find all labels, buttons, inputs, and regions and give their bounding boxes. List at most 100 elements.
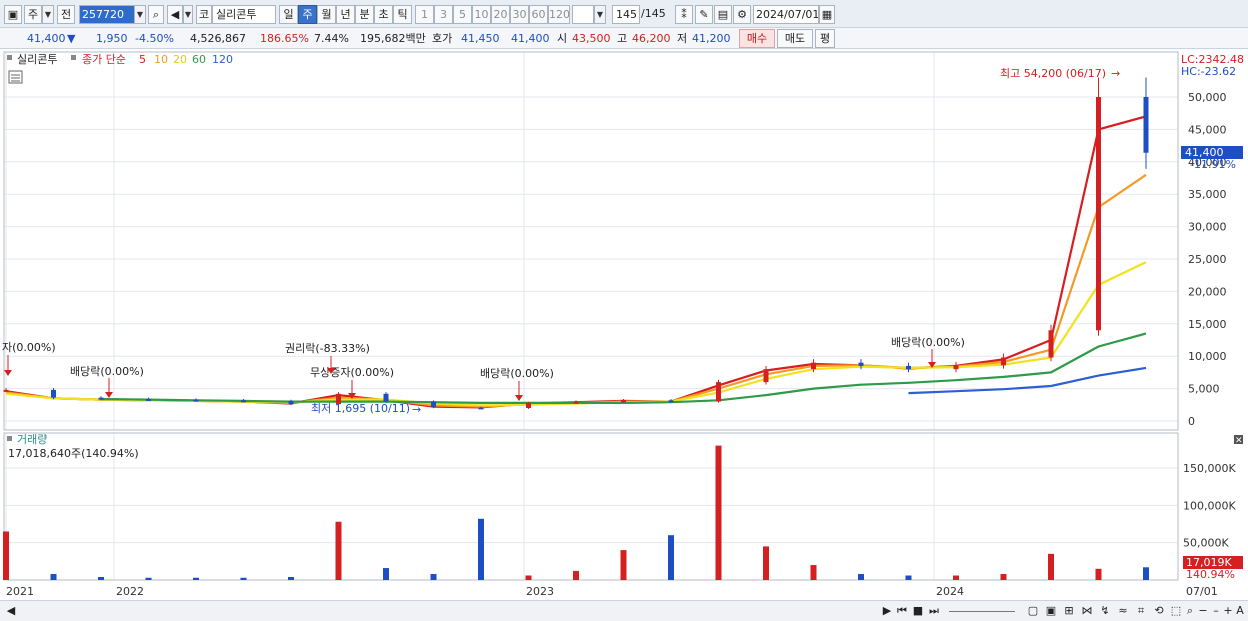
period-week[interactable]: 주	[298, 5, 317, 24]
play-icon[interactable]: ▶	[880, 603, 894, 619]
chevron-down-icon[interactable]: ▼	[594, 5, 606, 24]
interval-5[interactable]: 5	[453, 5, 472, 24]
price-tick-label: 15,000	[1188, 318, 1227, 331]
chevron-down-icon[interactable]: ▼	[42, 5, 54, 24]
save-icon[interactable]: ▤	[714, 5, 732, 24]
volume-bar	[98, 577, 104, 580]
corp-prefix: 코	[196, 5, 212, 24]
chart-tool-icon[interactable]: ↯	[1097, 603, 1113, 619]
period-day[interactable]: 일	[279, 5, 298, 24]
legend-square-icon	[7, 436, 12, 441]
interval-60[interactable]: 60	[529, 5, 548, 24]
current-price: 41,400	[27, 32, 66, 45]
volume-bar	[478, 518, 484, 580]
zoom-out-icon[interactable]: −	[1197, 603, 1209, 619]
volume-panel-border	[3, 432, 1179, 581]
chart-tool-icon[interactable]: ⊞	[1061, 603, 1077, 619]
interval-30[interactable]: 30	[510, 5, 529, 24]
volume-bar	[905, 575, 912, 580]
volume-bar	[50, 574, 57, 580]
candle	[858, 362, 864, 366]
moving-average-lines	[5, 115, 1147, 409]
ask-price: 41,450	[461, 32, 500, 45]
scroll-left-icon[interactable]: ◀	[4, 603, 18, 619]
calendar-icon[interactable]: ▦	[819, 5, 835, 24]
volume-bar	[193, 577, 199, 580]
chart-tool-icon[interactable]: ⬚	[1169, 603, 1183, 619]
count-input[interactable]: 145	[612, 5, 640, 24]
price-tick-label: 45,000	[1188, 123, 1227, 136]
code-input[interactable]: 257720	[79, 5, 135, 24]
low-arrow-icon: →	[412, 403, 421, 416]
chart-tool-icon[interactable]: ⌗	[1133, 603, 1149, 619]
sell-button[interactable]: 매도	[777, 29, 813, 48]
open-price: 43,500	[572, 32, 611, 45]
prev-button[interactable]: 전	[57, 5, 75, 24]
zoom-slider[interactable]	[947, 603, 1017, 619]
chart-tool-icon[interactable]: ▣	[1043, 603, 1059, 619]
eval-button[interactable]: 평	[815, 29, 835, 48]
period-month[interactable]: 월	[317, 5, 336, 24]
forward-icon[interactable]: ⏭	[927, 603, 941, 619]
volume-bar	[810, 565, 817, 580]
legend-square-icon	[7, 55, 12, 60]
volume-bar	[953, 575, 959, 580]
price-panel-border	[3, 51, 1179, 431]
legend-square-icon	[71, 55, 76, 60]
date-tick-label: 2023	[526, 585, 554, 598]
chart-tool-icon[interactable]: ▢	[1025, 603, 1041, 619]
period-second[interactable]: 초	[374, 5, 393, 24]
chart-canvas[interactable]: 50,00045,00040,00035,00030,00025,00020,0…	[0, 49, 1248, 600]
chevron-down-icon[interactable]: ▼	[183, 5, 193, 24]
candle	[1143, 97, 1149, 153]
price-tick-label: 50,000	[1188, 91, 1227, 104]
interval-10[interactable]: 10	[472, 5, 491, 24]
volume-bar	[1143, 567, 1149, 580]
volume-bar	[430, 574, 437, 580]
candle	[716, 382, 721, 402]
search-icon[interactable]: ⌕	[1183, 603, 1197, 619]
volume-title: 거래량	[17, 433, 47, 446]
period-tick[interactable]: 틱	[393, 5, 412, 24]
legend-ma-label: 종가 단순	[82, 53, 126, 66]
date-input[interactable]: 2024/07/01	[753, 5, 819, 24]
layout-icon[interactable]: ▣	[4, 5, 22, 24]
interval-1[interactable]: 1	[415, 5, 434, 24]
stock-chart[interactable]: 50,000 45,000 40,000 35,000 30,000 25,000 20,0…	[0, 49, 1248, 621]
interval-20[interactable]: 20	[491, 5, 510, 24]
chart-scrollbar[interactable]: ◀ ▶ ⏮ ■ ⏭ ▢ ▣ ⊞ ⋈ ↯ ≈ ⌗ ⟲ ⬚ ⌕ − – + A	[0, 600, 1248, 621]
chart-tool-icon[interactable]: ⟲	[1151, 603, 1167, 619]
minus-icon[interactable]: –	[1210, 603, 1222, 619]
chevron-down-icon[interactable]: ▼	[134, 5, 146, 24]
candle	[621, 400, 626, 403]
search-icon[interactable]: ⌕	[148, 5, 164, 24]
chart-tool-icon[interactable]: ≈	[1115, 603, 1131, 619]
zoom-in-icon[interactable]: +	[1222, 603, 1234, 619]
candle	[431, 401, 436, 408]
market-select[interactable]: 주	[24, 5, 42, 24]
crosshair-icon[interactable]: ⁑	[675, 5, 693, 24]
gear-icon[interactable]: ⚙	[733, 5, 751, 24]
stop-icon[interactable]: ■	[911, 603, 925, 619]
drawing-tools-icon[interactable]: ✎	[695, 5, 713, 24]
event-label-4: 무상증자(0.00%)	[310, 366, 394, 379]
candle	[288, 400, 294, 405]
auto-scale-icon[interactable]: A	[1234, 603, 1246, 619]
rewind-icon[interactable]: ⏮	[895, 603, 909, 619]
date-tick-label: 2024	[936, 585, 964, 598]
interval-3[interactable]: 3	[434, 5, 453, 24]
stock-name-field[interactable]: 실리콘투	[212, 5, 276, 24]
price-tick-label: 10,000	[1188, 350, 1227, 363]
speaker-icon[interactable]: ◀	[167, 5, 183, 24]
period-minute[interactable]: 분	[355, 5, 374, 24]
custom-interval-input[interactable]	[572, 5, 594, 24]
volume-bar	[1095, 568, 1102, 580]
volume-bar	[288, 577, 294, 580]
legend-ma-120: 120	[212, 53, 233, 66]
buy-button[interactable]: 매수	[739, 29, 775, 48]
svg-text:✕: ✕	[1235, 436, 1243, 446]
interval-120[interactable]: 120	[548, 5, 570, 24]
period-year[interactable]: 년	[336, 5, 355, 24]
event-arrow-head	[105, 392, 113, 398]
chart-tool-icon[interactable]: ⋈	[1079, 603, 1095, 619]
